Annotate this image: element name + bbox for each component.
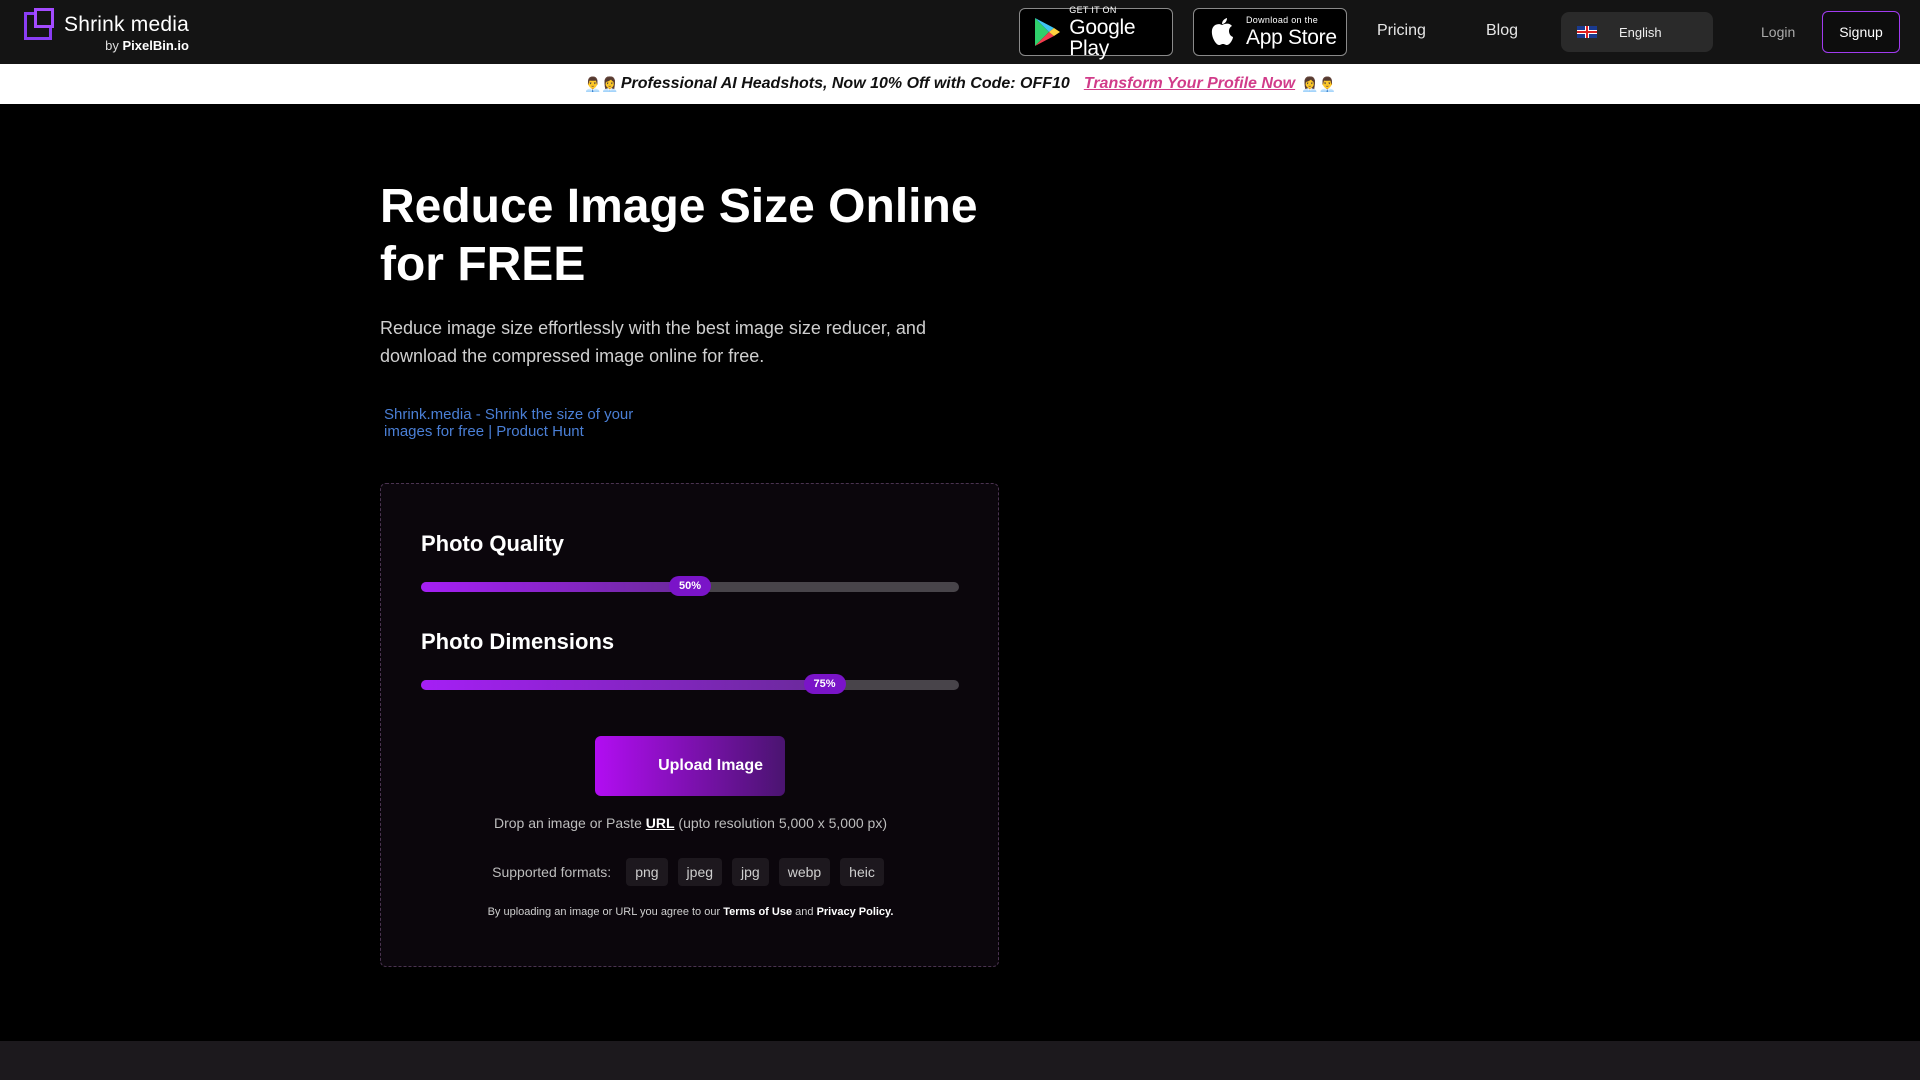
promo-link[interactable]: Transform Your Profile Now	[1084, 75, 1295, 93]
paste-url-link[interactable]: URL	[646, 815, 675, 831]
dimensions-slider-thumb[interactable]: 75%	[803, 674, 846, 694]
format-chip: heic	[840, 858, 884, 886]
next-section-band	[0, 1041, 1920, 1080]
logo-title: Shrink media	[64, 13, 189, 36]
signup-button[interactable]: Signup	[1822, 11, 1900, 53]
google-play-small-text: GET IT ON	[1069, 4, 1117, 15]
quality-slider-fill	[421, 582, 690, 592]
terms-prefix: By uploading an image or URL you agree t…	[487, 906, 721, 918]
page-title: Reduce Image Size Online for FREE	[380, 180, 978, 291]
nav-pricing[interactable]: Pricing	[1377, 22, 1426, 40]
drop-prefix: Drop an image or Paste	[494, 815, 642, 831]
compression-card[interactable]: Photo Quality 50% Photo Dimensions 75% U…	[380, 483, 999, 967]
upload-image-button[interactable]: Upload Image	[595, 736, 785, 796]
drop-suffix: (upto resolution 5,000 x 5,000 px)	[678, 815, 887, 831]
dimensions-title: Photo Dimensions	[421, 629, 615, 654]
dimensions-slider-fill	[421, 680, 825, 690]
dimensions-slider[interactable]: 75%	[421, 674, 959, 694]
apple-icon	[1204, 14, 1240, 50]
language-label: English	[1619, 24, 1662, 40]
language-selector[interactable]: English	[1561, 12, 1713, 52]
logo-brand: PixelBin.io	[122, 38, 189, 53]
promo-text: Professional AI Headshots, Now 10% Off w…	[620, 75, 1070, 92]
google-play-button[interactable]: GET IT ON Google Play	[1019, 4, 1173, 60]
app-store-big-text: App Store	[1246, 26, 1337, 49]
privacy-policy-link[interactable]: Privacy Policy.	[817, 906, 894, 918]
uk-flag-icon	[1577, 26, 1597, 38]
headshot-emoji-left: 👨‍💼👩‍💼	[583, 75, 619, 92]
top-header: Shrink media by PixelBin.io GET IT ON Go…	[0, 0, 1920, 64]
logo-subtitle: by PixelBin.io	[105, 39, 189, 52]
page-description: Reduce image size effortlessly with the …	[380, 318, 926, 366]
quality-slider-thumb[interactable]: 50%	[669, 576, 711, 596]
product-hunt-badge[interactable]: Shrink.media - Shrink the size of your i…	[384, 406, 634, 452]
terms-of-use-link[interactable]: Terms of Use	[723, 906, 792, 918]
terms-notice: By uploading an image or URL you agree t…	[381, 906, 1000, 918]
quality-title: Photo Quality	[421, 531, 564, 556]
headshot-emoji-right: 👩‍💼👨‍💼	[1301, 75, 1336, 92]
quality-slider[interactable]: 50%	[421, 576, 959, 596]
nav-blog[interactable]: Blog	[1486, 22, 1518, 40]
google-play-icon	[1030, 14, 1063, 50]
app-store-small-text: Download on the	[1246, 15, 1319, 25]
format-chip: webp	[778, 858, 831, 886]
logo-icon	[24, 8, 56, 40]
formats-label: Supported formats:	[492, 864, 612, 880]
drop-hint: Drop an image or Paste URL (upto resolut…	[381, 815, 1000, 831]
logo-by: by	[105, 38, 119, 53]
app-store-button[interactable]: Download on the App Store	[1193, 8, 1347, 56]
format-chip: jpg	[732, 858, 769, 886]
google-play-big-text: Google Play	[1069, 15, 1136, 60]
format-chip: jpeg	[677, 858, 723, 886]
supported-formats: Supported formats: png jpeg jpg webp hei…	[381, 858, 1000, 886]
promo-banner: 👨‍💼👩‍💼 Professional AI Headshots, Now 10…	[0, 64, 1920, 104]
format-chip: png	[626, 858, 668, 886]
logo[interactable]: Shrink media by PixelBin.io	[24, 8, 189, 52]
terms-and: and	[795, 906, 814, 918]
login-link[interactable]: Login	[1761, 24, 1795, 40]
